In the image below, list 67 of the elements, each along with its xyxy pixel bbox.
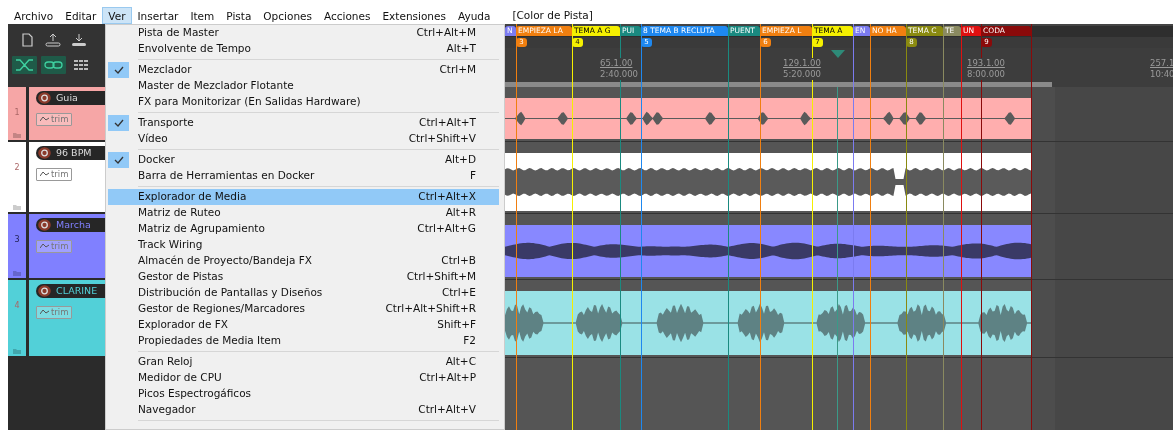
ruler-label: 129.1.00 [783,58,821,69]
menu-item[interactable]: Almacén de Proyecto/Bandeja FX Ctrl+B [108,253,499,269]
track-number: 3 [14,234,20,246]
record-arm-icon[interactable] [38,285,51,297]
menu-item[interactable]: Envolvente de Tempo Alt+T [108,41,499,57]
envelope-icon [40,116,49,122]
menu-item[interactable]: Vídeo Ctrl+Shift+V [108,131,499,147]
menu-item[interactable]: Barra de Herramientas en Docker F [108,168,499,184]
menu-bar-item[interactable]: Pista [220,7,258,24]
menu-item[interactable]: Gestor de Pistas Ctrl+Shift+M [108,269,499,285]
menu-item[interactable]: Transporte Ctrl+Alt+T [108,115,499,131]
menu-bar-item[interactable]: Editar [59,7,103,24]
menu-item[interactable]: Master de Mezclador Flotante [108,78,499,94]
menu-item[interactable]: Docker Alt+D [108,152,499,168]
menu-bar-item[interactable]: Opciones [257,7,318,24]
media-item[interactable] [505,225,1031,277]
media-item[interactable] [505,153,1031,211]
menu-bar-item[interactable]: Ver [102,7,132,24]
track-number: 1 [14,107,20,119]
track-color-label: [Color de Pista] [512,8,593,23]
menu-bar-item[interactable]: Item [184,7,221,24]
record-arm-icon[interactable] [38,147,51,159]
menu-item[interactable]: Pista de Master Ctrl+Alt+M [108,25,499,41]
menu-item[interactable]: Distribución de Pantallas y Diseños Ctrl+E [108,285,499,301]
media-item[interactable] [505,291,1031,355]
menu-bar-item[interactable]: Acciones [318,7,377,24]
envelope-icon [40,243,49,249]
menu-item[interactable]: Gran Reloj Alt+C [108,354,499,370]
ruler-time: 2:40.000 [600,69,638,80]
menu-item[interactable]: Medidor de CPU Ctrl+Alt+P [108,370,499,386]
menu-item[interactable]: Matriz de Agrupamiento Ctrl+Alt+G [108,221,499,237]
ruler-label: 257.1 [1150,58,1173,69]
menu-bar-item[interactable]: Insertar [131,7,185,24]
menu-bar-item[interactable]: Ayuda [451,7,497,24]
menu-item[interactable]: Picos Espectrogáficos [108,386,499,402]
ruler-label: 65.1.00 [600,58,633,69]
track-number: 4 [14,300,20,312]
ruler-time: 10:40 [1150,69,1173,80]
menu-item[interactable]: Explorador de FX Shift+F [108,317,499,333]
envelope-icon [40,309,49,315]
menu-bar-item[interactable]: Extensiones [376,7,452,24]
menu-item[interactable]: Gestor de Regiones/Marcadores Ctrl+Alt+Shift+R [108,301,499,317]
menu-item[interactable]: Navegador Ctrl+Alt+V [108,402,499,418]
record-arm-icon[interactable] [38,92,51,104]
link-icon[interactable] [41,56,66,74]
trim-button[interactable]: trim [36,167,73,181]
ruler-time: 8:00.000 [967,69,1005,80]
media-item[interactable] [505,98,1031,139]
track-header[interactable]: 1 Guia trim [8,87,105,142]
envelope-icon [40,171,49,177]
menu-bar-item[interactable]: Archivo [8,7,60,24]
upload-icon[interactable] [42,32,64,48]
menu-item[interactable]: Matriz de Ruteo Alt+R [108,205,499,221]
crossfade-icon[interactable] [12,56,37,74]
menu-item[interactable]: Propiedades de Media Item F2 [108,333,499,349]
menu-item[interactable]: Mezclador Ctrl+M [108,62,499,78]
edit-cursor-icon[interactable] [831,50,845,58]
track-header[interactable]: 2 96 BPM trim [8,142,105,214]
track-header[interactable]: 3 Marcha trim [8,214,105,280]
ruler-time: 5:20.000 [783,69,821,80]
menu-item[interactable]: Track Wiring [108,237,499,253]
menu-item[interactable]: Explorador de Media Ctrl+Alt+X [108,189,499,205]
track-header[interactable]: 4 CLARINE trim [8,280,105,358]
menu-item[interactable]: FX para Monitorizar (En Salidas Hardware) [108,94,499,110]
track-number: 2 [14,162,20,174]
ruler-label: 193.1.00 [967,58,1005,69]
record-arm-icon[interactable] [38,219,51,231]
